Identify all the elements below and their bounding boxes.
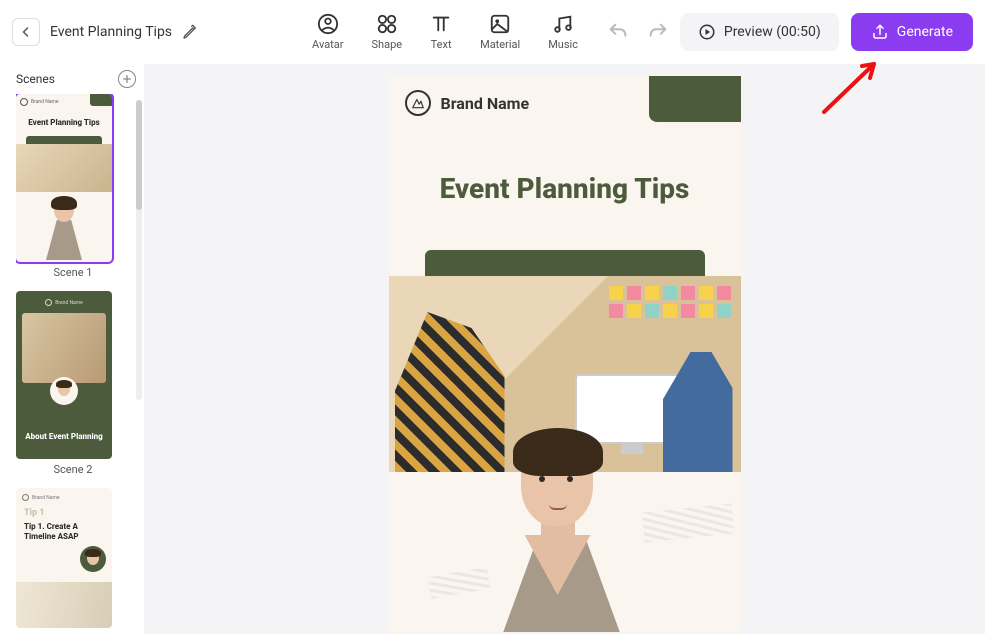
right-actions: Preview (00:50) Generate (680, 13, 973, 51)
scene-thumb-1[interactable]: Brand Name Event Planning Tips (16, 94, 112, 262)
plus-icon (122, 74, 132, 84)
decoration-corner (649, 76, 741, 122)
chevron-left-icon (20, 26, 32, 38)
add-scene-button[interactable] (118, 70, 136, 88)
undo-button[interactable] (606, 20, 630, 44)
generate-label: Generate (897, 24, 953, 40)
project-title: Event Planning Tips (50, 24, 172, 40)
tool-row: Avatar Shape Text Material Music (312, 13, 578, 51)
avatar-placeholder (50, 377, 78, 405)
scene-1-label: Scene 1 (16, 266, 130, 279)
decoration-pill (425, 250, 705, 276)
scene3-title: Tip 1. Create A Timeline ASAP (24, 522, 104, 542)
decoration (90, 94, 112, 106)
preview-label: Preview (00:50) (724, 24, 821, 40)
scene2-title: About Event Planning (16, 432, 112, 441)
scenes-sidebar: Scenes Brand Name Event Planning Tips Sc… (0, 64, 144, 634)
tool-avatar-label: Avatar (312, 38, 343, 51)
tool-shape[interactable]: Shape (372, 13, 403, 51)
brand-badge: Brand Name (16, 299, 112, 306)
tool-shape-label: Shape (372, 38, 403, 51)
avatar-placeholder (42, 196, 86, 260)
pencil-icon (182, 24, 198, 40)
undo-redo-group (606, 20, 670, 44)
preview-button[interactable]: Preview (00:50) (680, 13, 839, 51)
redo-icon (647, 21, 669, 43)
scrollbar-handle[interactable] (136, 100, 142, 210)
top-bar: Event Planning Tips Avatar Shape Text (0, 0, 985, 64)
undo-icon (607, 21, 629, 43)
brand-badge: Brand Name (22, 494, 60, 501)
sticky-notes-illustration (609, 286, 731, 318)
tool-music[interactable]: Music (548, 13, 578, 51)
music-icon (552, 13, 574, 35)
shape-icon (376, 13, 398, 35)
canvas-area[interactable]: Brand Name Event Planning Tips (144, 64, 985, 634)
brand-logo-icon (405, 90, 431, 116)
generate-button[interactable]: Generate (851, 13, 973, 51)
tip-watermark: Tip 1 (24, 508, 45, 518)
person-illustration (663, 352, 733, 472)
material-icon (489, 13, 511, 35)
scene-canvas[interactable]: Brand Name Event Planning Tips (389, 76, 741, 632)
text-icon (430, 13, 452, 35)
play-circle-icon (698, 23, 716, 41)
canvas-avatar[interactable] (465, 422, 665, 632)
redo-button[interactable] (646, 20, 670, 44)
tool-text[interactable]: Text (430, 13, 452, 51)
workspace: Scenes Brand Name Event Planning Tips Sc… (0, 64, 985, 634)
scene-list[interactable]: Brand Name Event Planning Tips Scene 1 B… (16, 94, 136, 632)
tool-music-label: Music (548, 38, 578, 51)
scenes-title: Scenes (16, 72, 55, 86)
rename-button[interactable] (178, 20, 202, 44)
scene1-title: Event Planning Tips (16, 118, 112, 127)
photo-placeholder (16, 144, 112, 192)
canvas-headline[interactable]: Event Planning Tips (389, 172, 741, 205)
tool-material[interactable]: Material (480, 13, 520, 51)
scene-thumb-2[interactable]: Brand Name About Event Planning (16, 291, 112, 459)
scene-2-label: Scene 2 (16, 463, 130, 476)
photo-placeholder (16, 582, 112, 628)
tool-material-label: Material (480, 38, 520, 51)
scenes-header: Scenes (16, 70, 136, 88)
avatar-placeholder (80, 546, 106, 572)
scene-thumb-3[interactable]: Brand Name Tip 1 Tip 1. Create A Timelin… (16, 488, 112, 628)
decoration (26, 136, 102, 144)
back-button[interactable] (12, 18, 40, 46)
brand-name: Brand Name (441, 94, 530, 113)
tool-text-label: Text (431, 38, 452, 51)
photo-placeholder (22, 313, 106, 383)
tool-avatar[interactable]: Avatar (312, 13, 343, 51)
brand-bar: Brand Name (405, 90, 530, 116)
avatar-icon (317, 13, 339, 35)
sidebar-scrollbar[interactable] (136, 100, 142, 400)
export-icon (871, 23, 889, 41)
brand-badge: Brand Name (20, 98, 59, 106)
